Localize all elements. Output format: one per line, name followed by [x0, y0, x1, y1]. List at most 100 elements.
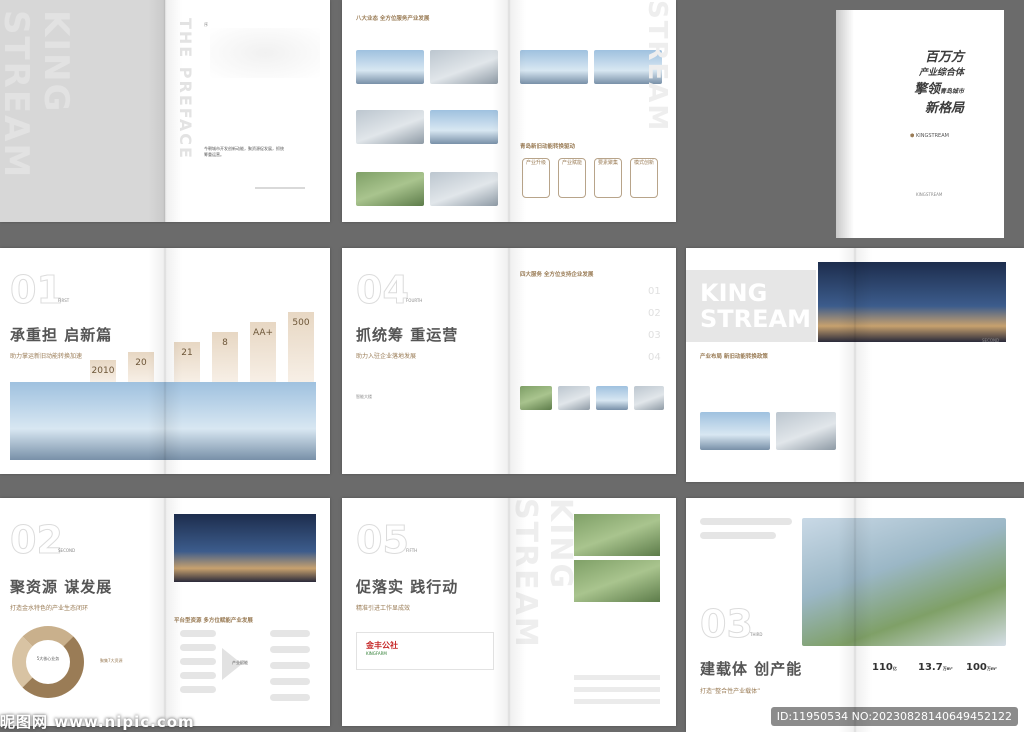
- brand-logo: ⬢ KINGSTREAM: [910, 133, 949, 139]
- spread-eight-formats: 八大业态 全方位服务产业发展 KING STREAM 青岛新旧动能转换驱动 产业…: [342, 0, 676, 222]
- big-en-text: KING STREAM: [700, 279, 811, 333]
- section-number: 04: [356, 268, 410, 313]
- stat-bar-5: AA+: [250, 322, 276, 382]
- section-number-en: FIFTH: [406, 548, 418, 553]
- section-number-en: SECOND: [58, 548, 76, 553]
- pill-5: [180, 686, 216, 693]
- list-number-4: 04: [648, 352, 661, 363]
- photo-towers: [700, 412, 770, 450]
- pill-r1: [270, 630, 310, 637]
- preface-body: 今朝城市开发创新动能，聚资源促发展，抓统筹重运营。: [204, 146, 284, 157]
- image-id-tag: ID:11950534 NO:20230828140649452122: [770, 707, 1018, 726]
- aerial-park-render: [802, 518, 1006, 646]
- list-number-2: 02: [648, 308, 661, 319]
- section-title: 承重担 启新篇: [10, 326, 113, 344]
- section-number: 01: [10, 268, 64, 313]
- platform-title: 平台型资源 多方位赋能产业发展: [174, 618, 253, 624]
- info-bar-3: [574, 699, 660, 704]
- section-number: 05: [356, 518, 410, 563]
- spine-fold: [492, 498, 526, 726]
- info-bar-1: [574, 675, 660, 680]
- section-number: 03: [700, 602, 754, 647]
- section-title: 促落实 践行动: [356, 578, 459, 596]
- spread-01: 01 FIRST 承重担 启新篇 助力掌运新旧动能转换加速 2010 20 21…: [0, 248, 330, 474]
- cover-spine: [836, 10, 854, 238]
- kingfarm-logo: 金丰公社 KINGFARM: [366, 640, 398, 656]
- list-number-1: 01: [648, 286, 661, 297]
- vertical-brand-text: KING STREAM: [0, 10, 76, 180]
- section-number: 02: [10, 518, 64, 563]
- flow-box-3: 要素聚集: [594, 158, 622, 198]
- slogan-line-1: 百万方: [924, 50, 964, 65]
- pill-3: [180, 658, 216, 665]
- section-subtitle: 打造“整合性产业载体”: [700, 688, 761, 695]
- stat-value-3: 100万m²: [966, 662, 997, 673]
- photo-farm-2: [574, 560, 660, 602]
- photo-service-3: [596, 386, 628, 410]
- section-title: 八大业态 全方位服务产业发展: [356, 16, 430, 22]
- stat-value-1: 110亿: [872, 662, 897, 673]
- spine-fold: [148, 0, 182, 222]
- spine-fold: [492, 0, 526, 222]
- preface-label: 序: [204, 22, 208, 27]
- spine-fold: [148, 248, 182, 474]
- photo-stadium: [356, 110, 424, 144]
- slogan-line-2: 产业综合体: [918, 68, 964, 78]
- spread-preface: KING STREAM THE PREFACE 序 今朝城市开发创新动能，聚资源…: [0, 0, 330, 222]
- section-subtitle: 精准引进工作显成效: [356, 605, 411, 612]
- services-title: 四大服务 全方位支持企业发展: [520, 272, 594, 278]
- section-number-en: FIRST: [58, 298, 70, 303]
- stat-bar-1: 2010: [90, 360, 116, 382]
- spread-cover: 百万方 产业综合体 擎领青岛城市 新格局 ⬢ KINGSTREAM KINGST…: [686, 0, 1024, 238]
- spread-02: 02 SECOND 聚资源 谋发展 打造金水特色的产业生态闭环 5大核心业务 聚…: [0, 498, 330, 726]
- pill-2: [180, 644, 216, 651]
- photo-service-2: [558, 386, 590, 410]
- pill-1: [180, 630, 216, 637]
- section-subtitle: 助力掌运新旧动能转换加速: [10, 353, 83, 360]
- info-bar-2: [574, 687, 660, 692]
- spine-fold: [838, 498, 872, 732]
- flow-box-4: 模式创新: [630, 158, 658, 198]
- photo-bay: [520, 50, 588, 84]
- pill-4: [180, 672, 216, 679]
- section-number-en: SECOND: [982, 338, 1000, 343]
- kingfarm-cn: 金丰公社: [366, 641, 398, 650]
- cover-page: [852, 10, 1004, 238]
- pill-r2: [270, 646, 310, 653]
- photo-building-3: [430, 172, 498, 206]
- spread-05: 05 FIFTH 促落实 践行动 精准引进工作显成效 金丰公社 KINGFARM…: [342, 498, 676, 726]
- ring-right-text: 聚集7大资源: [100, 658, 123, 663]
- photo-city-1: [356, 50, 424, 84]
- world-map-graphic: [210, 28, 320, 78]
- spread-02-layout: KING STREAM SECOND 产业布局 新旧动能转换政策: [686, 248, 1024, 482]
- flow-box-2: 产业赋能: [558, 158, 586, 198]
- tag-2: [700, 532, 776, 539]
- kingfarm-en: KINGFARM: [366, 651, 387, 656]
- section-subtitle: 打造金水特色的产业生态闭环: [10, 605, 89, 612]
- slogan-line-3: 擎领青岛城市: [913, 82, 964, 97]
- section-title: 产业布局 新旧动能转换政策: [700, 354, 768, 360]
- signature-line: [255, 187, 305, 189]
- ring-center-text: 5大核心业务: [36, 656, 60, 661]
- stat-bar-6: 500: [288, 312, 314, 382]
- photo-handshake: [776, 412, 836, 450]
- section-title: 建载体 创产能: [700, 660, 803, 678]
- spine-fold: [492, 248, 526, 474]
- spine-fold: [148, 498, 182, 726]
- pill-r3: [270, 662, 310, 669]
- section-subtitle: 助力入驻企业落地发展: [356, 353, 417, 360]
- spine-fold: [838, 248, 872, 482]
- watermark-text: 昵图网 www.nipic.com: [0, 713, 195, 731]
- flow-box-1: 产业升级: [522, 158, 550, 198]
- cover-slogan: 百万方 产业综合体 擎领青岛城市 新格局: [904, 46, 964, 116]
- slogan-line-5: 新格局: [924, 101, 964, 116]
- pill-r5: [270, 694, 310, 701]
- section-title: 聚资源 谋发展: [10, 578, 113, 596]
- flow-title: 青岛新旧动能转换驱动: [520, 144, 576, 150]
- spread-03: 03 THIRD 建载体 创产能 打造“整合性产业载体” 110亿 13.7万m…: [686, 498, 1024, 732]
- section-number-en: THIRD: [750, 632, 763, 637]
- photo-farm-1: [574, 514, 660, 556]
- resource-ring: [12, 626, 84, 698]
- photo-dusk-city: [174, 514, 316, 582]
- arrow-label: 产业赋能: [232, 660, 248, 665]
